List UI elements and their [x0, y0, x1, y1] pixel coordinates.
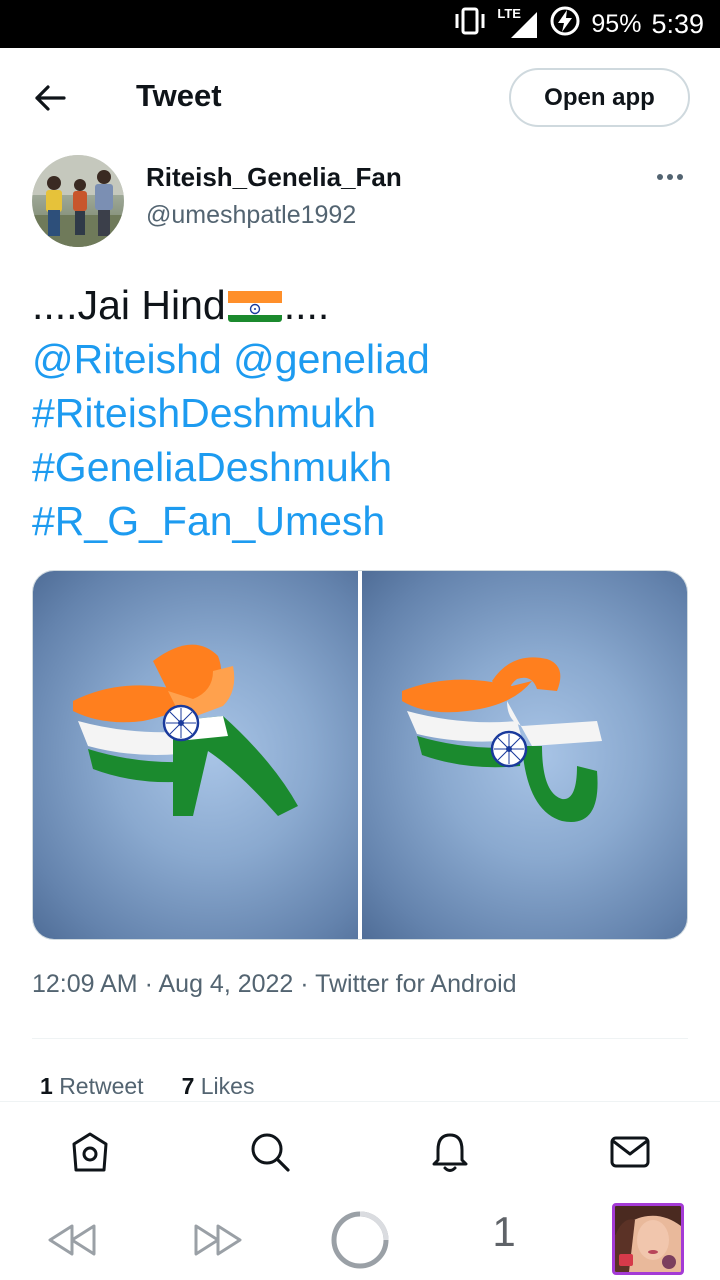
tweet-text-suffix: .... — [283, 282, 330, 328]
nav-messages[interactable] — [608, 1130, 652, 1174]
author-display-name[interactable]: Riteish_Genelia_Fan — [146, 162, 402, 193]
tweet-line-2: @Riteishd @geneliad — [32, 332, 692, 386]
likes-label: Likes — [200, 1073, 255, 1099]
status-bar: LTE 95% 5:39 — [0, 0, 720, 48]
arrow-left-icon — [35, 85, 66, 111]
browser-home-button[interactable] — [328, 1208, 392, 1272]
retweets-label: Retweet — [59, 1073, 144, 1099]
tweet-stats: 1 Retweet 7 Likes — [40, 1073, 254, 1100]
nav-home[interactable] — [68, 1130, 112, 1174]
bottom-navigation — [0, 1101, 720, 1199]
clock: 5:39 — [651, 8, 704, 39]
tweet-source[interactable]: Twitter for Android — [315, 970, 516, 998]
bell-icon — [432, 1133, 468, 1172]
divider — [32, 1038, 688, 1039]
nav-notifications[interactable] — [428, 1130, 472, 1174]
status-icons: LTE 95% 5:39 — [453, 0, 704, 48]
retweets-stat[interactable]: 1 Retweet — [40, 1073, 144, 1100]
hashtag-riteishdeshmukh[interactable]: #RiteishDeshmukh — [32, 386, 692, 440]
signal-icon: LTE — [497, 6, 539, 40]
media-image-r[interactable] — [33, 571, 358, 939]
envelope-icon — [610, 1136, 650, 1168]
tweet-media — [32, 570, 688, 940]
tweet-line-1: ....Jai Hind.... — [32, 278, 692, 332]
tweet-text-prefix: ....Jai Hind — [32, 282, 226, 328]
fast-forward-icon — [194, 1224, 242, 1256]
retweets-count: 1 — [40, 1073, 53, 1099]
browser-back-button[interactable] — [44, 1218, 100, 1262]
circle-icon — [331, 1211, 389, 1269]
more-options-icon[interactable] — [652, 162, 688, 192]
hashtag-geneliadeshmukh[interactable]: #GeneliaDeshmukh — [32, 440, 692, 494]
tab-count[interactable]: 1 — [484, 1208, 524, 1264]
tweet-timestamp[interactable]: 12:09 AM · Aug 4, 2022 · Twitter for And… — [32, 970, 517, 999]
rewind-icon — [48, 1224, 96, 1256]
tweet-text: ....Jai Hind.... @Riteishd @geneliad #Ri… — [32, 278, 692, 548]
avatar[interactable] — [32, 155, 124, 247]
tweet-time: 12:09 AM — [32, 970, 138, 998]
meta-separator: · — [293, 970, 316, 998]
search-icon — [251, 1133, 290, 1172]
page-title: Tweet — [136, 78, 222, 113]
media-image-g[interactable] — [362, 571, 687, 939]
likes-stat[interactable]: 7 Likes — [182, 1073, 255, 1100]
author-handle[interactable]: @umeshpatle1992 — [146, 201, 356, 230]
battery-charging-icon — [549, 5, 581, 44]
back-button[interactable] — [28, 76, 72, 120]
battery-level: 95% — [591, 9, 642, 38]
browser-forward-button[interactable] — [190, 1218, 246, 1262]
profile-thumbnail[interactable] — [612, 1203, 684, 1275]
vibrate-icon — [453, 7, 487, 42]
home-icon — [72, 1132, 108, 1172]
india-flag-icon — [227, 286, 282, 322]
mention-riteishd[interactable]: @Riteishd — [32, 336, 222, 382]
meta-separator: · — [137, 970, 159, 998]
hashtag-r-g-fan-umesh[interactable]: #R_G_Fan_Umesh — [32, 494, 692, 548]
mention-geneliad[interactable]: @geneliad — [233, 336, 430, 382]
top-app-bar: Tweet Open app — [0, 48, 720, 146]
tweet-date: Aug 4, 2022 — [158, 970, 294, 998]
likes-count: 7 — [181, 1073, 195, 1099]
open-app-button[interactable]: Open app — [509, 68, 690, 127]
nav-explore[interactable] — [248, 1130, 292, 1174]
